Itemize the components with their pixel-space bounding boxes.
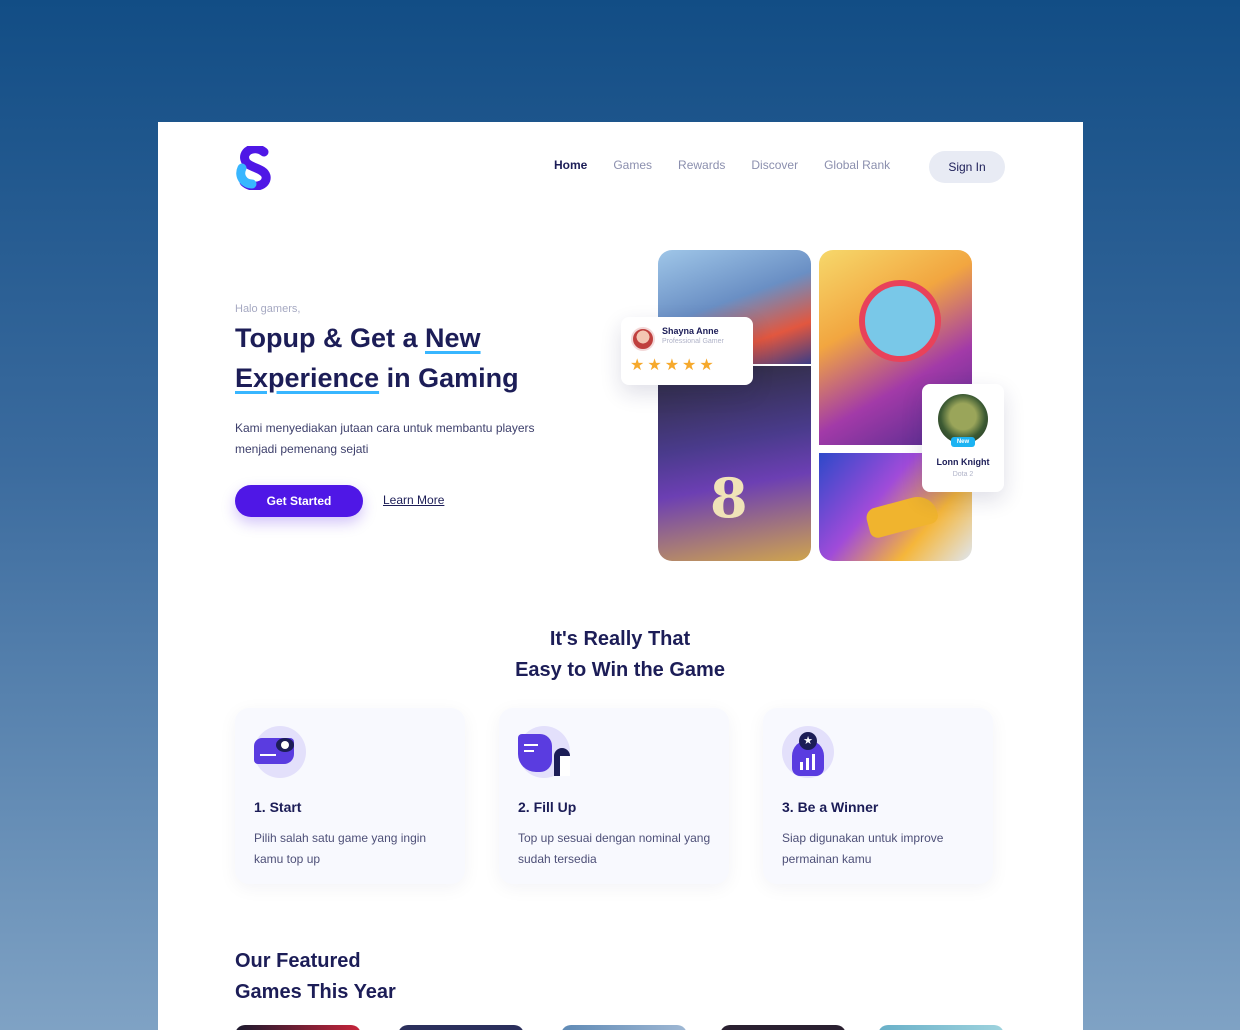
- player-game: Dota 2: [952, 471, 974, 478]
- car-shape: [864, 492, 940, 540]
- jersey-number: 8: [710, 466, 748, 530]
- featured-title-line2: Games This Year: [235, 981, 396, 1003]
- featured-game-thumbnail[interactable]: [878, 1025, 1004, 1030]
- learn-more-link[interactable]: Learn More: [383, 493, 444, 507]
- player-profile-card: New Lonn Knight Dota 2: [922, 384, 1004, 492]
- step-description: Top up sesuai dengan nominal yang sudah …: [518, 831, 711, 866]
- steps-section-title: It's Really That Easy to Win the Game: [420, 624, 820, 686]
- featured-title-line1: Our Featured: [235, 950, 361, 972]
- step-description: Siap digunakan untuk improve permainan k…: [782, 831, 944, 866]
- step-title: 3. Be a Winner: [782, 799, 879, 815]
- nav-global-rank[interactable]: Global Rank: [824, 158, 890, 172]
- steps-title-line1: It's Really That: [549, 628, 691, 650]
- landing-page: Home Games Rewards Discover Global Rank …: [158, 122, 1083, 1030]
- star-rating-icon: ★★★★★: [630, 357, 717, 374]
- sign-in-button[interactable]: Sign In: [929, 151, 1005, 183]
- nav-discover[interactable]: Discover: [751, 158, 798, 172]
- character-head: [859, 280, 941, 362]
- hero-title: Topup & Get a New Experience in Gaming: [235, 318, 575, 398]
- nav-games[interactable]: Games: [613, 158, 652, 172]
- featured-game-thumbnail[interactable]: [235, 1025, 361, 1030]
- step-title: 2. Fill Up: [518, 799, 577, 815]
- winner-badge-icon: ★: [782, 726, 834, 778]
- game-image-football: 8: [658, 366, 811, 561]
- hero-greeting: Halo gamers,: [235, 303, 301, 315]
- featured-game-thumbnail[interactable]: [561, 1025, 687, 1030]
- hero-title-part1: Topup & Get a: [235, 323, 425, 353]
- nav-rewards[interactable]: Rewards: [678, 158, 725, 172]
- reviewer-name: Shayna Anne: [662, 326, 719, 336]
- hero-title-highlight-experience: Experience: [235, 363, 380, 393]
- game-controller-icon: [254, 726, 306, 778]
- step-card-fill-up[interactable]: 2. Fill Up Top up sesuai dengan nominal …: [499, 708, 729, 884]
- step-title: 1. Start: [254, 799, 302, 815]
- s-logo-icon[interactable]: [234, 146, 276, 190]
- steps-title-line2: Easy to Win the Game: [515, 659, 725, 681]
- hero-title-part2: in Gaming: [379, 363, 519, 393]
- get-started-button[interactable]: Get Started: [235, 485, 363, 517]
- featured-game-thumbnail[interactable]: [720, 1025, 846, 1030]
- player-name: Lonn Knight: [936, 457, 990, 467]
- featured-section-title: Our Featured Games This Year: [235, 946, 495, 1008]
- featured-game-thumbnail[interactable]: [398, 1025, 524, 1030]
- review-card: Shayna Anne Professional Gamer ★★★★★: [621, 317, 753, 385]
- hero-title-highlight-new: New: [425, 323, 481, 353]
- form-fill-icon: [518, 726, 570, 778]
- reviewer-role: Professional Gamer: [662, 338, 724, 345]
- hero-description: Kami menyediakan jutaan cara untuk memba…: [235, 421, 535, 456]
- avatar: [631, 327, 655, 351]
- status-badge: New: [951, 437, 975, 447]
- step-description: Pilih salah satu game yang ingin kamu to…: [254, 831, 427, 866]
- main-nav: Home Games Rewards Discover Global Rank: [554, 158, 890, 172]
- nav-home[interactable]: Home: [554, 158, 587, 172]
- step-card-winner[interactable]: ★ 3. Be a Winner Siap digunakan untuk im…: [763, 708, 993, 884]
- step-card-start[interactable]: 1. Start Pilih salah satu game yang ingi…: [235, 708, 465, 884]
